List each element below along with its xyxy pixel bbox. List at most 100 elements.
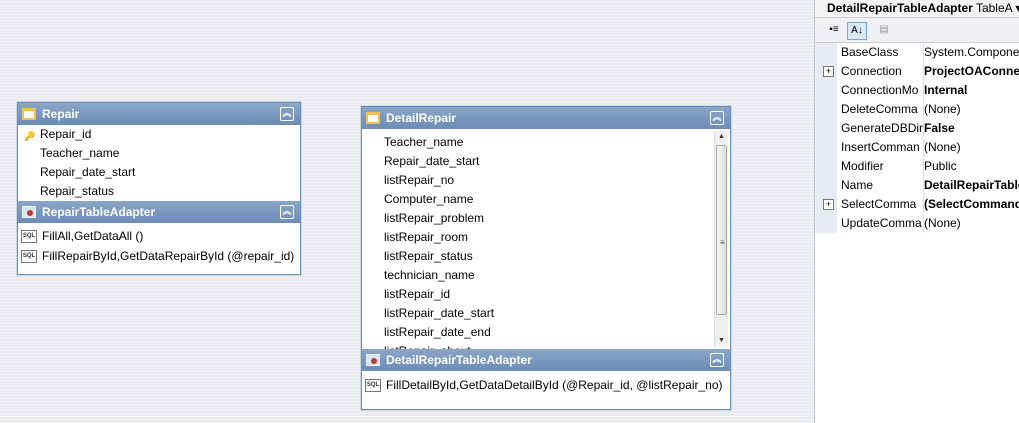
scroll-up-arrow-icon[interactable]: ▲ [715,131,728,143]
property-pages-icon[interactable]: ▤ [875,22,893,38]
method-name: FillDetailById,GetDataDetailById (@Repai… [386,378,723,392]
property-value[interactable]: Internal [923,81,1019,100]
dropdown-arrow-icon[interactable]: ▾ [1015,1,1019,15]
column-name: technician_name [384,268,475,282]
adapter-icon [21,205,37,219]
property-row[interactable]: GenerateDBDir False [815,119,1019,138]
column-name: listRepair_no [384,173,455,187]
property-name: SelectComma [841,197,917,211]
method-name: FillAll,GetDataAll () [42,229,144,243]
property-value[interactable]: DetailRepairTable [923,176,1019,195]
collapse-icon[interactable]: ︽ [710,353,724,367]
property-value[interactable]: ProjectOAConnec [923,62,1019,81]
collapse-icon[interactable]: ︽ [280,107,294,121]
property-grid: BaseClass System.Componen + Connection Proje… [815,43,1019,233]
properties-toolbar: ▪≡ A↓ ▤ [815,18,1019,43]
property-row[interactable]: + SelectComma (SelectCommand) [815,195,1019,214]
column-row[interactable]: listRepair_problem [362,209,730,228]
repair-adapter-header[interactable]: RepairTableAdapter ︽ [18,201,300,223]
property-row[interactable]: InsertComman (None) [815,138,1019,157]
column-row[interactable]: listRepair_no [362,171,730,190]
categorized-icon[interactable]: ▪≡ [825,22,843,38]
expand-icon[interactable]: + [823,199,834,210]
column-row[interactable]: listRepair_date_start [362,304,730,323]
selected-object-name: DetailRepairTableAdapter [827,1,973,15]
repair-methods: SQL FillAll,GetDataAll () SQL FillRepairByI… [18,223,300,266]
column-name: listRepair_status [384,249,473,263]
detailrepair-columns-list[interactable]: Teacher_name Repair_date_start listRepair_… [362,129,730,349]
property-value[interactable]: (None) [923,214,1019,233]
property-value[interactable]: (None) [923,100,1019,119]
column-name: Teacher_name [40,146,120,160]
property-row[interactable]: ConnectionMo Internal [815,81,1019,100]
column-name: Repair_date_start [40,165,136,179]
column-row[interactable]: listRepair_about [362,342,730,349]
vertical-scrollbar[interactable]: ▲ ≡ ▼ [714,131,728,347]
detailrepair-adapter-header[interactable]: DetailRepairTableAdapter ︽ [362,349,730,371]
column-row[interactable]: 🔑 Repair_id [18,125,300,144]
column-row[interactable]: listRepair_status [362,247,730,266]
sql-icon: SQL [21,230,37,243]
property-row[interactable]: UpdateComma (None) [815,214,1019,233]
column-row[interactable]: Teacher_name [362,133,730,152]
scroll-thumb[interactable]: ≡ [716,145,727,315]
method-name: FillRepairById,GetDataRepairById (@repai… [42,249,295,263]
repair-columns: 🔑 Repair_id Teacher_name Repair_date_start R… [18,125,300,201]
column-row[interactable]: listRepair_room [362,228,730,247]
detailrepair-table[interactable]: DetailRepair ︽ Teacher_name Repair_date_s… [361,106,731,410]
expand-icon[interactable]: + [823,66,834,77]
property-name: UpdateComma [841,216,922,230]
property-name: ConnectionMo [841,83,919,97]
column-name: listRepair_date_start [384,306,495,320]
repair-table-header[interactable]: Repair ︽ [18,103,300,125]
detailrepair-methods: SQL FillDetailById,GetDataDetailById (@Re… [362,371,730,395]
property-value[interactable]: (SelectCommand) [923,195,1019,214]
properties-object-selector[interactable]: DetailRepairTableAdapter TableA ▾ [815,0,1019,18]
property-row[interactable]: BaseClass System.Componen [815,43,1019,62]
repair-table[interactable]: Repair ︽ 🔑 Repair_id Teacher_name Repair_da… [17,102,301,275]
property-row[interactable]: + Connection ProjectOAConnec [815,62,1019,81]
column-name: Repair_date_start [384,154,480,168]
property-value[interactable]: False [923,119,1019,138]
column-row[interactable]: Repair_date_start [18,163,300,182]
property-name: Name [841,178,874,192]
property-row[interactable]: Modifier Public [815,157,1019,176]
repair-adapter-title: RepairTableAdapter [42,205,156,219]
query-method-row[interactable]: SQL FillAll,GetDataAll () [18,226,300,246]
repair-table-title: Repair [42,107,80,121]
collapse-icon[interactable]: ︽ [280,205,294,219]
property-row[interactable]: DeleteComma (None) [815,100,1019,119]
column-row[interactable]: listRepair_date_end [362,323,730,342]
properties-panel: DetailRepairTableAdapter TableA ▾ ▪≡ A↓ … [814,0,1019,423]
column-row[interactable]: Teacher_name [18,144,300,163]
property-value[interactable]: (None) [923,138,1019,157]
property-name: BaseClass [841,45,899,59]
column-name: Teacher_name [384,135,464,149]
column-row[interactable]: Repair_status [18,182,300,201]
query-method-row[interactable]: SQL FillRepairById,GetDataRepairById (@re… [18,246,300,266]
adapter-icon [365,353,381,367]
property-name: Modifier [841,159,884,173]
property-value[interactable]: System.Componen [923,43,1019,62]
column-name: listRepair_date_end [384,325,491,339]
column-name: listRepair_id [384,287,451,301]
column-row[interactable]: listRepair_id [362,285,730,304]
column-row[interactable]: Repair_date_start [362,152,730,171]
grip-icon: ≡ [720,238,725,247]
selected-object-type: TableA [975,1,1012,15]
query-method-row[interactable]: SQL FillDetailById,GetDataDetailById (@Re… [362,375,730,395]
detailrepair-table-title: DetailRepair [386,111,457,125]
column-row[interactable]: technician_name [362,266,730,285]
alphabetical-sort-icon[interactable]: A↓ [847,22,867,40]
column-name: listRepair_problem [384,211,485,225]
column-name: Computer_name [384,192,474,206]
column-row[interactable]: Computer_name [362,190,730,209]
scroll-down-arrow-icon[interactable]: ▼ [715,335,728,347]
column-name: Repair_status [40,184,115,198]
property-name: InsertComman [841,140,920,154]
property-row[interactable]: Name DetailRepairTable [815,176,1019,195]
column-name: listRepair_room [384,230,469,244]
detailrepair-table-header[interactable]: DetailRepair ︽ [362,107,730,129]
property-value[interactable]: Public [923,157,1019,176]
collapse-icon[interactable]: ︽ [710,111,724,125]
